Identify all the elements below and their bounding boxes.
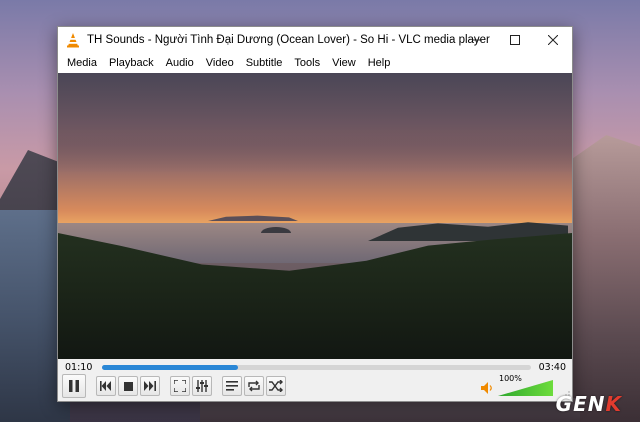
menu-playback[interactable]: Playback: [103, 53, 160, 73]
stop-button[interactable]: [118, 376, 138, 396]
previous-button[interactable]: [96, 376, 116, 396]
maximize-button[interactable]: [496, 27, 534, 53]
title-bar[interactable]: TH Sounds - Người Tình Đại Dương (Ocean …: [58, 27, 572, 53]
maximize-icon: [510, 35, 520, 45]
menu-subtitle[interactable]: Subtitle: [240, 53, 289, 73]
pause-icon: [69, 380, 79, 392]
volume-slider[interactable]: [498, 380, 553, 396]
menu-bar: Media Playback Audio Video Subtitle Tool…: [58, 53, 572, 73]
menu-tools[interactable]: Tools: [288, 53, 326, 73]
loop-icon: [248, 380, 260, 392]
loop-button[interactable]: [244, 376, 264, 396]
video-clouds: [58, 113, 572, 173]
shuffle-icon: [269, 380, 283, 392]
vlc-cone-icon: [67, 33, 79, 48]
video-far-island: [208, 215, 298, 221]
seek-progress: [102, 365, 239, 370]
shuffle-button[interactable]: [266, 376, 286, 396]
elapsed-time: 01:10: [65, 362, 93, 373]
menu-audio[interactable]: Audio: [160, 53, 200, 73]
close-button[interactable]: [534, 27, 572, 53]
fullscreen-icon: [174, 380, 186, 392]
close-icon: [548, 35, 558, 45]
menu-media[interactable]: Media: [61, 53, 103, 73]
window-title: TH Sounds - Người Tình Đại Dương (Ocean …: [87, 34, 490, 46]
video-area[interactable]: [58, 73, 572, 359]
window-controls: [458, 27, 572, 53]
vlc-window: TH Sounds - Người Tình Đại Dương (Ocean …: [57, 26, 573, 402]
menu-video[interactable]: Video: [200, 53, 240, 73]
pause-button[interactable]: [62, 374, 86, 398]
desktop-cliff-right: [565, 135, 640, 422]
minimize-button[interactable]: [458, 27, 496, 53]
playlist-icon: [226, 381, 238, 391]
menu-help[interactable]: Help: [362, 53, 397, 73]
genk-watermark-logo: GENK: [555, 392, 622, 416]
stop-icon: [123, 381, 133, 391]
next-icon: [144, 381, 156, 391]
fullscreen-button[interactable]: [170, 376, 190, 396]
equalizer-icon: [196, 380, 208, 392]
menu-view[interactable]: View: [326, 53, 362, 73]
speaker-icon[interactable]: [480, 381, 494, 395]
extended-settings-button[interactable]: [192, 376, 212, 396]
playback-controls: 01:10 03:40 100%: [58, 359, 572, 401]
volume-level: [498, 380, 553, 396]
seek-bar[interactable]: [102, 365, 531, 370]
playlist-button[interactable]: [222, 376, 242, 396]
minimize-icon: [472, 39, 482, 41]
total-time: 03:40: [538, 362, 566, 373]
previous-icon: [100, 381, 111, 391]
next-button[interactable]: [140, 376, 160, 396]
